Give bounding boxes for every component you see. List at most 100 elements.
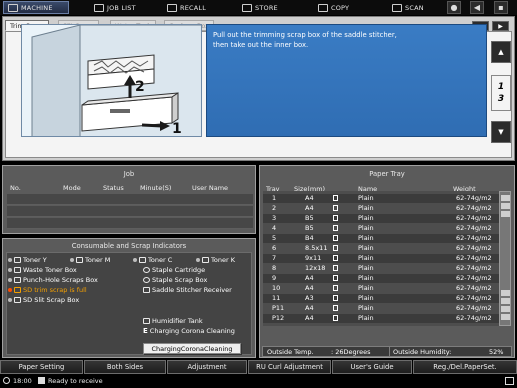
toner-c-label: Toner C [148, 256, 173, 264]
tray-row[interactable]: 4 B5 Plain 62-74g/m2 [263, 224, 499, 233]
tab-copy[interactable]: COPY [318, 1, 349, 14]
paper-orientation-icon [333, 305, 338, 311]
job-col-mode: Mode [63, 184, 81, 192]
job-row[interactable] [7, 194, 253, 205]
tray-paper-name: Plain [358, 244, 374, 252]
tab-store[interactable]: STORE [242, 1, 278, 14]
tab-scan-label: SCAN [405, 3, 424, 12]
tray-number: 9 [272, 274, 277, 282]
tray-row[interactable]: 2 A4 Plain 62-74g/m2 [263, 204, 499, 213]
staple-scrap-label: Staple Scrap Box [152, 276, 208, 284]
tray-number: 7 [272, 254, 277, 262]
tray-row[interactable]: 11 A3 Plain 62-74g/m2 [263, 294, 499, 303]
tray-row[interactable]: 1 A4 Plain 62-74g/m2 [263, 194, 499, 203]
consumables-title: Consumable and Scrap Indicators [71, 242, 187, 250]
paper-orientation-icon [333, 295, 338, 301]
printer-icon [38, 377, 45, 384]
tray-scrollbar[interactable] [499, 191, 511, 326]
tray-number: 5 [272, 234, 277, 242]
tab-scan[interactable]: SCAN [392, 1, 424, 14]
tab-paper-setting[interactable]: Paper Setting [0, 360, 83, 374]
sd-slit-scrap-indicator: SD Slit Scrap Box [8, 296, 79, 304]
tab-machine[interactable]: MACHINE [3, 1, 69, 14]
paper-orientation-icon [333, 225, 338, 231]
tray-row[interactable]: 5 B4 Plain 62-74g/m2 [263, 234, 499, 243]
scrap-box-icon [14, 287, 21, 293]
tray-size: 9x11 [305, 254, 322, 262]
job-col-no: No. [10, 184, 21, 192]
page-total: 3 [497, 94, 505, 104]
tray-number: P11 [272, 304, 285, 312]
volume-button[interactable]: ◀ [470, 1, 484, 14]
tray-row[interactable]: 6 8.5x11 Plain 62-74g/m2 [263, 244, 499, 253]
tab-users-guide[interactable]: User's Guide [332, 360, 412, 374]
tray-row[interactable]: 9 A4 Plain 62-74g/m2 [263, 274, 499, 283]
scrollbar-grip [501, 314, 510, 320]
status-message: Ready to receive [48, 377, 103, 385]
tray-row[interactable]: 3 B5 Plain 62-74g/m2 [263, 214, 499, 223]
tray-row[interactable]: P12 A4 Plain 62-74g/m2 [263, 314, 499, 323]
toner-icon [14, 257, 21, 263]
outside-conditions-bar: Outside Temp. : 26Degrees Outside Humidi… [262, 346, 512, 357]
toner-m-indicator: Toner M [70, 256, 110, 264]
next-page-button[interactable]: ▶ [492, 21, 509, 31]
scroll-up-button[interactable]: ▲ [491, 41, 511, 63]
punch-icon [14, 277, 21, 283]
tray-paper-name: Plain [358, 194, 374, 202]
toner-y-label: Toner Y [23, 256, 47, 264]
status-bar: 18:00 Ready to receive [0, 376, 517, 388]
tray-weight: 62-74g/m2 [456, 284, 492, 292]
network-icon [505, 377, 514, 385]
tray-row[interactable]: 10 A4 Plain 62-74g/m2 [263, 284, 499, 293]
status-dot-icon [196, 258, 200, 262]
status-dot-icon [8, 278, 12, 282]
tab-adjustment[interactable]: Adjustment [167, 360, 247, 374]
tab-job-list[interactable]: JOB LIST [94, 1, 136, 14]
page-current: 1 [497, 82, 505, 92]
staple-scrap-indicator: Staple Scrap Box [143, 276, 207, 284]
job-title: Job [123, 170, 135, 178]
paper-orientation-icon [333, 195, 338, 201]
tray-number: 10 [272, 284, 281, 292]
recall-icon [167, 3, 177, 12]
tray-paper-name: Plain [358, 284, 374, 292]
saddle-stitcher-indicator: Saddle Stitcher Receiver [143, 286, 232, 294]
status-dot-icon [8, 268, 12, 272]
waste-toner-icon [14, 267, 21, 273]
scroll-down-button[interactable]: ▼ [491, 121, 511, 143]
triangle-up-icon: ▲ [498, 48, 504, 56]
power-save-button[interactable]: ● [447, 1, 461, 14]
job-row[interactable] [7, 206, 253, 217]
tab-machine-label: MACHINE [21, 3, 53, 12]
tab-ru-curl-adjustment[interactable]: RU Curl Adjustment [248, 360, 331, 374]
tray-number: 8 [272, 264, 277, 272]
tray-paper-name: Plain [358, 234, 374, 242]
tab-reg-del-paper-set[interactable]: Reg./Del.PaperSet. [413, 360, 517, 374]
outside-humidity-label: Outside Humidity: [393, 348, 452, 356]
sd-trim-scrap-indicator: SD trim scrap is full [8, 286, 87, 294]
menu-button[interactable]: ▪ [494, 1, 508, 14]
store-icon [242, 3, 252, 12]
tray-paper-name: Plain [358, 304, 374, 312]
tray-paper-name: Plain [358, 224, 374, 232]
speaker-icon: ◀ [473, 3, 481, 12]
corona-icon: E [143, 327, 148, 335]
tray-size: A4 [305, 194, 314, 202]
tray-weight: 62-74g/m2 [456, 304, 492, 312]
tray-row[interactable]: 8 12x18 Plain 62-74g/m2 [263, 264, 499, 273]
charging-corona-cleaning-button[interactable]: ChargingCoronaCleaning [143, 343, 241, 354]
tray-row[interactable]: 7 9x11 Plain 62-74g/m2 [263, 254, 499, 263]
tab-copy-label: COPY [331, 3, 350, 12]
tray-size: A3 [305, 294, 314, 302]
tray-weight: 62-74g/m2 [456, 274, 492, 282]
tray-row[interactable]: P11 A4 Plain 62-74g/m2 [263, 304, 499, 313]
job-row[interactable] [7, 218, 253, 229]
tab-recall[interactable]: RECALL [167, 1, 206, 14]
status-dot-icon [70, 258, 74, 262]
menu-icon: ▪ [498, 3, 504, 12]
tab-both-sides[interactable]: Both Sides [84, 360, 166, 374]
scrollbar-grip [501, 195, 510, 201]
tray-weight: 62-74g/m2 [456, 264, 492, 272]
tray-size: A4 [305, 204, 314, 212]
status-dot-icon [8, 258, 12, 262]
